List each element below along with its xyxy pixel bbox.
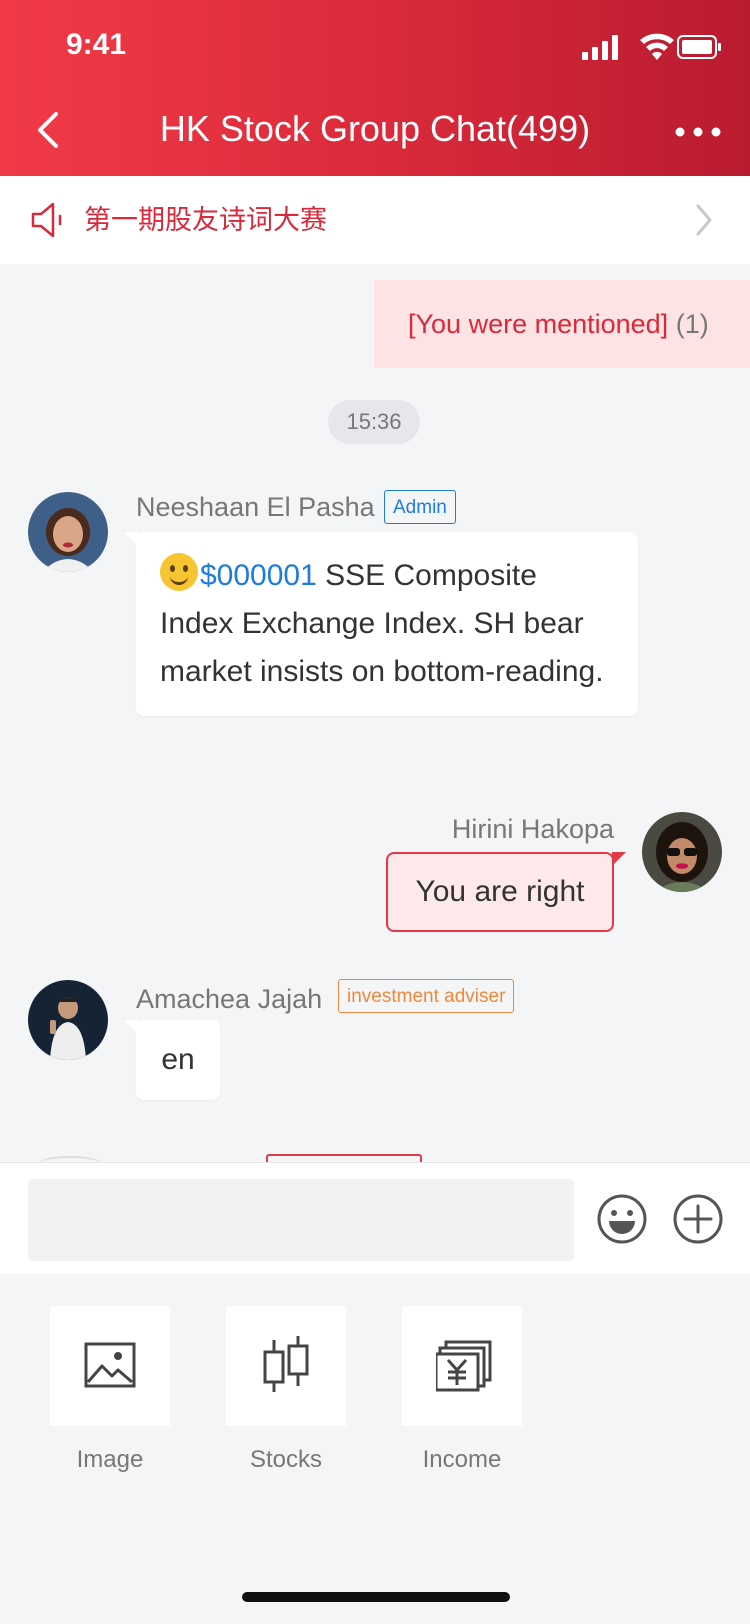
message-text: en [161, 1043, 195, 1076]
stocks-option[interactable] [226, 1306, 346, 1426]
message-bubble[interactable]: $000001 SSE Composite Index Exchange Ind… [124, 532, 638, 716]
avatar[interactable] [28, 980, 108, 1060]
plus-icon[interactable] [672, 1193, 724, 1245]
admin-badge: Admin [384, 490, 456, 524]
signal-icon [582, 35, 618, 60]
message-bubble[interactable]: en [124, 1020, 220, 1100]
income-option-label: Income [422, 1446, 502, 1473]
wifi-icon [640, 33, 674, 60]
mention-count: (1) [675, 309, 709, 339]
attachment-panel: Image Stocks Income [0, 1274, 750, 1624]
sender-name: Neeshaan El Pasha [136, 492, 375, 522]
avatar[interactable] [28, 492, 108, 572]
home-indicator [242, 1592, 510, 1602]
message-text: You are right [415, 875, 585, 908]
investment-adviser-badge: investment adviser [338, 979, 515, 1013]
smile-emoji-icon [160, 553, 198, 591]
status-icons [582, 33, 721, 60]
notice-bar[interactable]: 第一期股友诗词大赛 [0, 176, 750, 264]
message-input[interactable] [28, 1179, 574, 1261]
chevron-right-icon [696, 204, 712, 236]
image-icon [84, 1342, 136, 1388]
image-option[interactable] [50, 1306, 170, 1426]
stock-ticker-link[interactable]: $000001 [200, 559, 317, 592]
income-option[interactable] [402, 1306, 522, 1426]
status-time: 9:41 [66, 28, 127, 61]
battery-icon [677, 35, 721, 59]
mention-label: [You were mentioned] [408, 309, 669, 339]
page-title: HK Stock Group Chat(499) [159, 108, 591, 149]
stocks-icon [263, 1336, 309, 1392]
stocks-option-label: Stocks [249, 1446, 323, 1473]
emoji-icon[interactable] [596, 1193, 648, 1245]
income-icon [436, 1340, 492, 1392]
image-option-label: Image [76, 1446, 144, 1473]
sender-name: Hirini Hakopa [451, 814, 614, 844]
avatar[interactable] [642, 812, 722, 892]
message-bubble[interactable]: You are right [386, 852, 626, 932]
more-icon[interactable] [672, 114, 724, 150]
sender-name: Amachea Jajah [136, 984, 323, 1014]
input-bar [0, 1162, 750, 1275]
timestamp: 15:36 [328, 400, 420, 444]
notice-text: 第一期股友诗词大赛 [84, 205, 327, 235]
mention-banner[interactable]: [You were mentioned] (1) [374, 280, 750, 368]
speaker-icon [31, 202, 62, 238]
header: 9:41 HK Stock Group Chat(499) [0, 0, 750, 176]
